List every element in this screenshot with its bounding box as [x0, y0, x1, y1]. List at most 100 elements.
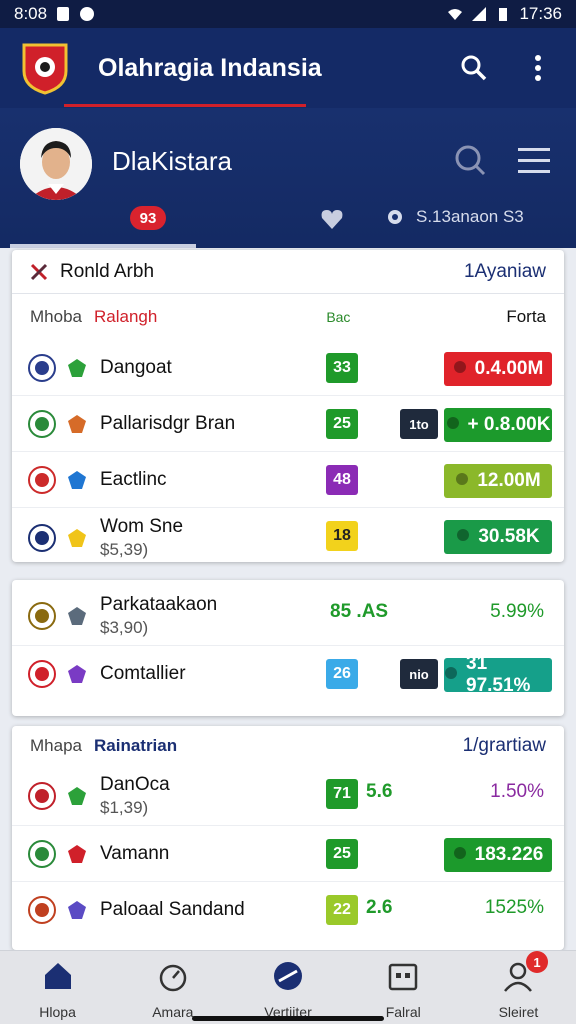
wifi-icon — [448, 9, 463, 20]
avatar[interactable] — [20, 128, 92, 200]
odds-button[interactable]: 0.4.00M — [444, 352, 552, 386]
nav-badge: 1 — [526, 951, 549, 973]
row-text: Vamann — [100, 842, 169, 866]
card-title-wrap: Ronld Arbh — [30, 261, 154, 283]
team-name: Vamann — [100, 842, 170, 864]
team-badge-icon — [66, 357, 88, 379]
nav-item-home[interactable]: Hlopa — [0, 951, 115, 1024]
view-all-link-2[interactable]: 1/grartiaw — [463, 735, 546, 757]
row-text: Wom Sne $5,39) — [100, 515, 183, 561]
list-item[interactable]: Dangoat 33 0.4.00M — [12, 340, 564, 396]
calendar-icon — [386, 959, 420, 998]
status-bar: 8:08 17:36 — [0, 0, 576, 28]
more-options-button[interactable] — [520, 50, 556, 86]
row-text: Dangoat — [100, 356, 172, 380]
team-crest-icon — [28, 781, 56, 810]
odds-button[interactable]: 12.00M — [444, 464, 552, 498]
odds-icon — [444, 664, 458, 686]
list-item[interactable]: Wom Sne $5,39) 18 30.58K — [12, 508, 564, 562]
team-name: DanOca — [100, 773, 170, 795]
row-text: Eactlinc — [100, 468, 167, 492]
nav-label: Sleiret — [498, 1004, 539, 1020]
team-name: Eactlinc — [100, 468, 167, 490]
score-badge: 33 — [326, 353, 358, 383]
profile-search-button[interactable] — [452, 142, 488, 178]
score-badge: 71 — [326, 779, 358, 809]
odds-icon — [453, 358, 467, 380]
team-name: Paloaal Sandand — [100, 899, 245, 920]
list-item[interactable]: Pallarisdgr Bran 25 1to + 0.8.00K — [12, 396, 564, 452]
signal-icon — [472, 7, 487, 21]
odds-value: + 0.8.00K — [467, 414, 551, 435]
odds-value: 31 97.51% — [466, 653, 531, 696]
team-crest-icon — [28, 465, 56, 494]
nav-item-stopwatch[interactable]: Amara — [115, 951, 230, 1024]
team-crest-icon — [28, 601, 56, 630]
crest-core — [35, 360, 49, 375]
view-all-link[interactable]: 1Ayaniaw — [464, 261, 546, 283]
nav-item-profile[interactable]: Sleiret 1 — [461, 951, 576, 1024]
odds-button[interactable]: 183.226 — [444, 838, 552, 872]
matches-card: Ronld Arbh 1Ayaniaw Mhoba Ralangh Bac Fo… — [12, 250, 564, 562]
col-header-name: Ralangh — [93, 307, 158, 326]
column-headers-2: Mhapa Rainatrian 1/grartiaw — [12, 726, 564, 766]
team-crest-icon — [28, 524, 56, 552]
odds-icon — [453, 844, 467, 866]
favorite-icon[interactable] — [320, 208, 344, 230]
app-title: Olahragia Indansia — [98, 53, 322, 82]
notification-count-badge[interactable]: 93 — [130, 206, 166, 230]
odds-icon — [446, 414, 460, 436]
team-badge-icon — [66, 843, 88, 865]
row-text: Comtallier — [100, 662, 186, 686]
crest-core — [35, 788, 49, 803]
crest-core — [35, 472, 49, 487]
list-item[interactable]: Comtallier 26 nio 31 97.51% — [12, 646, 564, 702]
team-name: Parkataakaon — [100, 593, 218, 615]
nav-label: Amara — [152, 1004, 194, 1020]
hamburger-menu-button[interactable] — [516, 146, 552, 176]
odds-value: 12.00M — [477, 470, 541, 491]
team-name: Wom Sne — [100, 516, 184, 537]
list-item[interactable]: Vamann 25 183.226 — [12, 826, 564, 882]
settings-gear-icon — [388, 210, 402, 224]
app-notify-icon — [80, 7, 95, 21]
card-header: Ronld Arbh 1Ayaniaw — [12, 250, 564, 294]
stopwatch-icon — [156, 959, 190, 998]
search-button[interactable] — [456, 50, 492, 86]
list-item[interactable]: Parkataakaon $3,90) 85 .AS 5.99% — [12, 586, 564, 646]
odds-value: 0.4.00M — [474, 358, 544, 379]
nav-item-compass[interactable]: Vertiiter — [230, 951, 345, 1024]
status-time: 8:08 — [14, 4, 48, 23]
status-clock: 17:36 — [519, 4, 562, 23]
list-item[interactable]: DanOca $1,39) 71 5.6 1.50% — [12, 766, 564, 826]
notification-icon — [57, 7, 70, 21]
crest-core — [35, 903, 49, 917]
team-badge-icon — [66, 413, 88, 435]
active-tab-indicator — [10, 244, 196, 248]
odds-icon — [455, 470, 469, 492]
odds-button[interactable]: + 0.8.00K — [444, 408, 552, 442]
odds-button[interactable]: 30.58K — [444, 520, 552, 554]
avatar-image-icon — [20, 128, 92, 200]
odds-button[interactable]: 31 97.51% — [444, 653, 552, 696]
score-badge: 25 — [326, 409, 358, 439]
odds-value: 30.58K — [478, 526, 540, 547]
col-header-bac: Bac — [326, 309, 351, 325]
team-name: Comtallier — [100, 663, 186, 684]
team-badge-icon — [66, 469, 88, 491]
mid-value: 85 .AS — [330, 601, 389, 622]
row-text: Paloaal Sandand — [100, 898, 245, 922]
home-icon — [41, 959, 75, 998]
app-bar: Olahragia Indansia — [0, 28, 576, 108]
team-badge-icon — [66, 605, 88, 627]
team-badge-icon — [66, 899, 88, 921]
tag-badge: 1to — [400, 409, 438, 439]
col-header-name-2: Rainatrian — [93, 736, 178, 755]
list-item[interactable]: Eactlinc 48 12.00M — [12, 452, 564, 508]
nav-item-calendar[interactable]: Falral — [346, 951, 461, 1024]
list-item[interactable]: Paloaal Sandand 22 2.6 1525% — [12, 882, 564, 938]
nav-label: Hlopa — [39, 1004, 76, 1020]
crossed-tools-icon — [30, 263, 48, 280]
home-indicator — [192, 1016, 384, 1021]
column-headers: Mhoba Ralangh Bac Forta — [12, 294, 564, 340]
